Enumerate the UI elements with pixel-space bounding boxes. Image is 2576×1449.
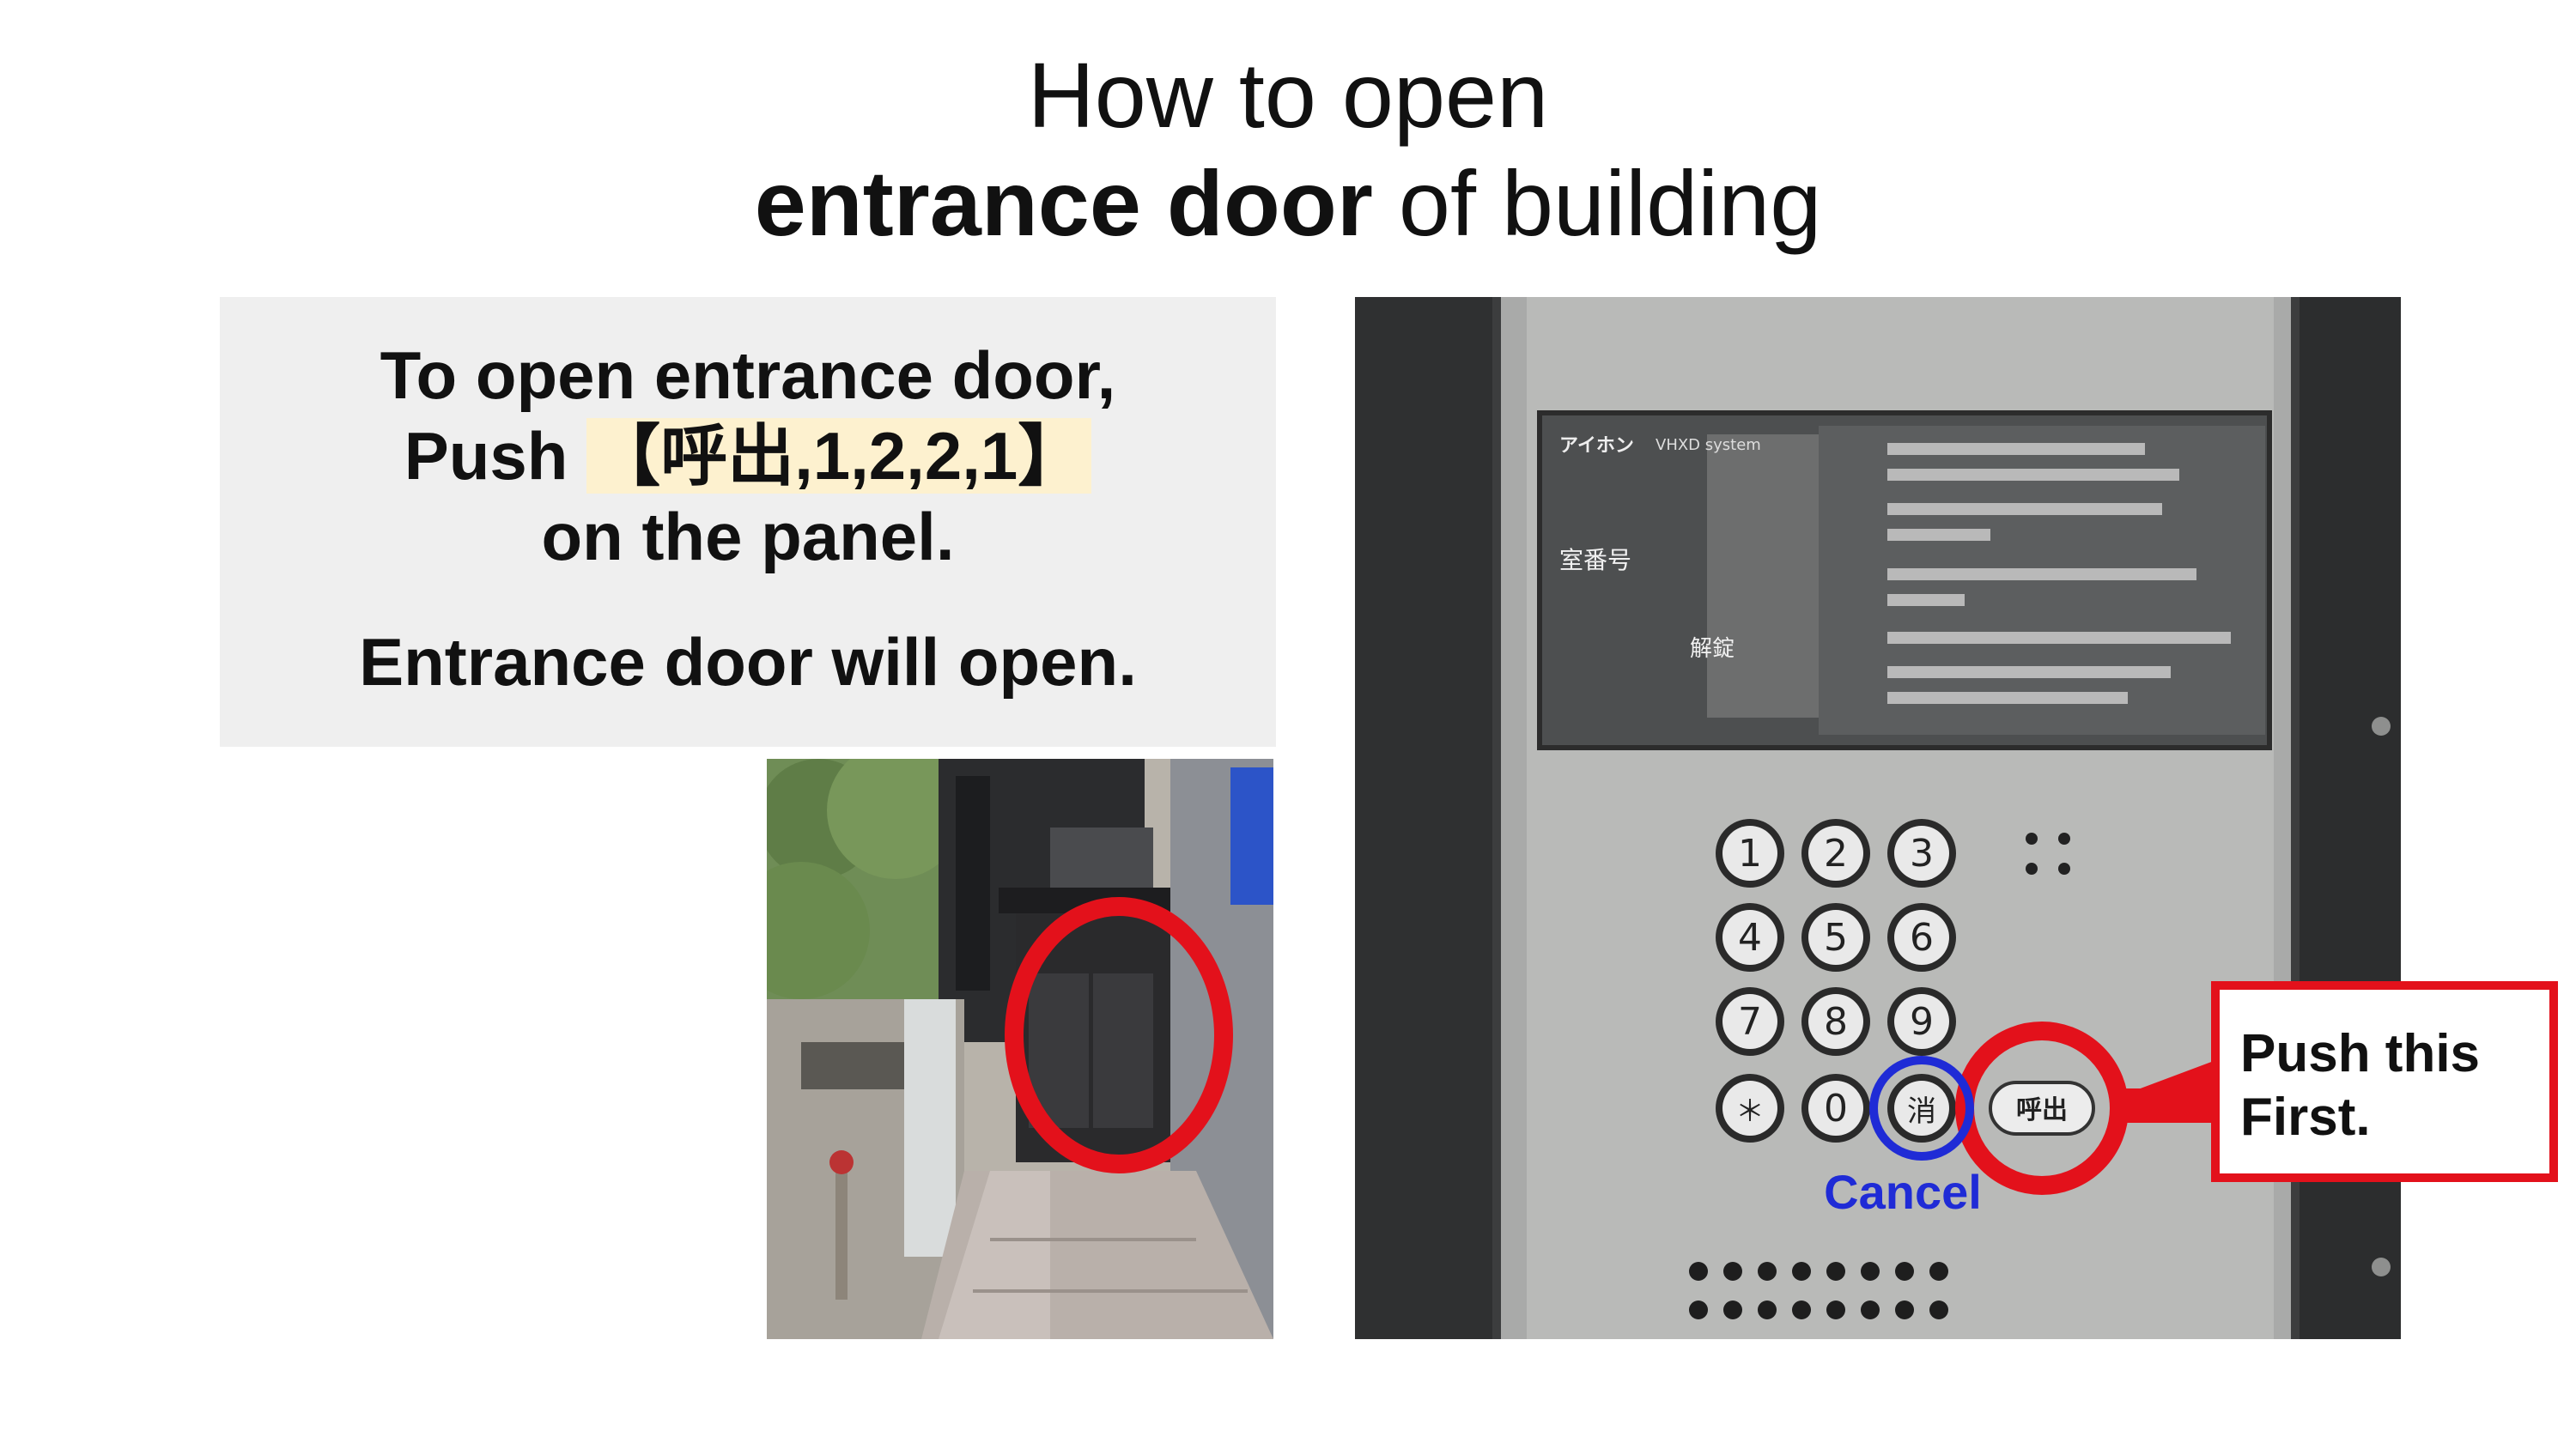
code-highlight: 【呼出,1,2,2,1】	[586, 418, 1092, 494]
keypad-key[interactable]: 1	[1716, 819, 1784, 888]
keypad-key[interactable]: 2	[1801, 819, 1870, 888]
keypad-key[interactable]: ＊	[1716, 1074, 1784, 1143]
title-line-1: How to open	[1027, 43, 1549, 147]
speaker-hole	[1826, 1300, 1845, 1319]
keypad-key-label: 0	[1824, 1087, 1848, 1131]
keypad-key[interactable]: 消	[1887, 1074, 1956, 1143]
page-title: How to open entrance door of building	[0, 41, 2576, 258]
keypad-key-label: 7	[1738, 1000, 1762, 1044]
speaker-hole	[1895, 1262, 1914, 1281]
speaker-hole	[1689, 1262, 1708, 1281]
speaker-hole	[1792, 1300, 1811, 1319]
speaker-hole	[1723, 1300, 1742, 1319]
speaker-hole	[1861, 1262, 1880, 1281]
keypad-key-label: 6	[1910, 916, 1934, 960]
title-bold-text: entrance door	[754, 151, 1373, 255]
keypad-key[interactable]: 6	[1887, 903, 1956, 972]
speaker-hole	[1758, 1262, 1777, 1281]
keypad-key-label: 8	[1824, 1000, 1848, 1044]
keypad-key-label: 1	[1738, 832, 1762, 876]
speaker-hole	[1826, 1262, 1845, 1281]
call-key-label: 呼出	[2016, 1095, 2068, 1125]
keypad-key[interactable]: 7	[1716, 987, 1784, 1056]
keypad-key-label: 消	[1907, 1094, 1936, 1129]
instruction-line-2: Push 【呼出,1,2,2,1】	[220, 415, 1276, 496]
keypad-key-label: 4	[1738, 916, 1762, 960]
keypad-key[interactable]: 3	[1887, 819, 1956, 888]
speaker-hole	[1895, 1300, 1914, 1319]
callout-line-1: Push this	[2240, 1024, 2481, 1083]
cancel-label: Cancel	[1824, 1165, 1982, 1219]
panel-room-label: 室番号	[1559, 546, 1631, 574]
instruction-push-text: Push	[404, 418, 587, 494]
building-entrance-photo	[767, 759, 1273, 1339]
instruction-line-1: To open entrance door,	[380, 337, 1116, 413]
instruction-line-3: on the panel.	[541, 499, 955, 574]
keypad-key-label: 9	[1910, 1000, 1934, 1044]
instruction-box: To open entrance door, Push 【呼出,1,2,2,1】…	[220, 297, 1276, 747]
keypad-key[interactable]: 8	[1801, 987, 1870, 1056]
title-rest-text: of building	[1372, 151, 1822, 255]
keypad-key[interactable]: 9	[1887, 987, 1956, 1056]
instruction-result: Entrance door will open.	[359, 624, 1137, 700]
panel-unlock-label: 解錠	[1690, 636, 1735, 662]
keypad-key-label: 2	[1824, 832, 1848, 876]
panel-brand-text: アイホン	[1559, 435, 1634, 457]
speaker-hole	[1758, 1300, 1777, 1319]
keypad-key[interactable]: 5	[1801, 903, 1870, 972]
keypad-key[interactable]: 0	[1801, 1074, 1870, 1143]
speaker-hole	[1792, 1262, 1811, 1281]
keypad-key-label: ＊	[1735, 1094, 1765, 1129]
speaker-hole	[1723, 1262, 1742, 1281]
speaker-hole	[1861, 1300, 1880, 1319]
speaker-hole	[1689, 1300, 1708, 1319]
push-first-callout: Push this First.	[2211, 981, 2558, 1182]
keypad-key[interactable]: 4	[1716, 903, 1784, 972]
title-line-2: entrance door of building	[755, 151, 1822, 255]
keypad-key-label: 3	[1910, 832, 1934, 876]
speaker-hole	[1929, 1262, 1948, 1281]
speaker-hole	[1929, 1300, 1948, 1319]
keypad-key-label: 5	[1824, 916, 1848, 960]
panel-system-text: VHXD system	[1656, 436, 1761, 454]
callout-line-2: First.	[2240, 1088, 2371, 1147]
